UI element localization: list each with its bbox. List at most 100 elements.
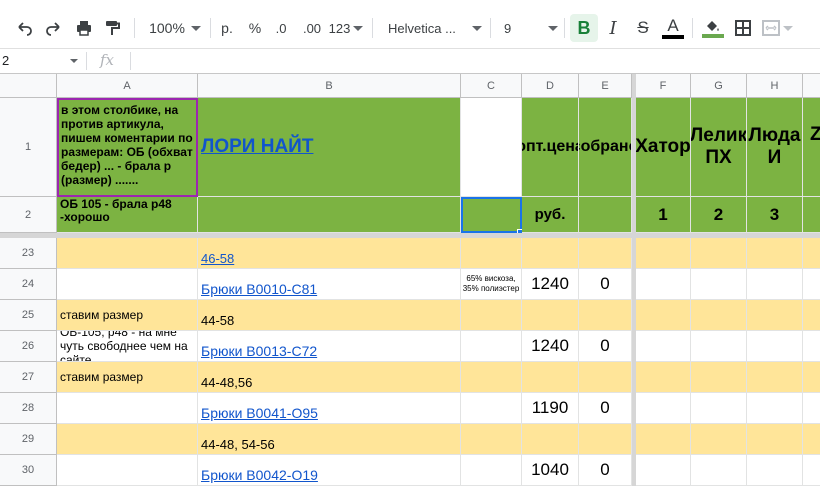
cell-b25[interactable]: 44-58: [198, 300, 461, 331]
column-header-i[interactable]: [803, 74, 820, 98]
print-icon[interactable]: [72, 14, 96, 42]
column-header-f[interactable]: F: [636, 74, 691, 98]
cell-g27[interactable]: [691, 362, 747, 393]
cell-d28[interactable]: 1190: [522, 393, 579, 424]
cell-d25[interactable]: [522, 300, 579, 331]
cell-i24[interactable]: [803, 269, 820, 300]
column-header-g[interactable]: G: [691, 74, 747, 98]
column-header-h[interactable]: H: [747, 74, 803, 98]
cell-g25[interactable]: [691, 300, 747, 331]
cell-f24[interactable]: [636, 269, 691, 300]
cell-a24[interactable]: [57, 269, 198, 300]
cell-d27[interactable]: [522, 362, 579, 393]
cell-h2[interactable]: 3: [747, 197, 803, 233]
cell-h26[interactable]: [747, 331, 803, 362]
column-header-b[interactable]: B: [198, 74, 461, 98]
row-header[interactable]: 26: [0, 331, 57, 362]
row-header[interactable]: 28: [0, 393, 57, 424]
size-range-link[interactable]: 46-58: [201, 251, 234, 266]
cell-h27[interactable]: [747, 362, 803, 393]
decrease-decimal-button[interactable]: .0: [270, 14, 292, 42]
cell-g1[interactable]: Лелик ПХ: [691, 98, 747, 197]
cell-a30[interactable]: [57, 455, 198, 486]
zoom-select[interactable]: 100%: [146, 14, 204, 42]
cell-b2[interactable]: [198, 197, 461, 233]
cell-e26[interactable]: 0: [579, 331, 632, 362]
cell-b26[interactable]: Брюки B0013-C72: [198, 331, 461, 362]
borders-icon[interactable]: [730, 14, 756, 42]
paint-format-icon[interactable]: [100, 14, 124, 42]
cell-f1[interactable]: Хатор: [636, 98, 691, 197]
row-header[interactable]: 30: [0, 455, 57, 486]
cell-a29[interactable]: [57, 424, 198, 455]
cell-e29[interactable]: [579, 424, 632, 455]
cell-d2[interactable]: руб.: [522, 197, 579, 233]
cell-c27[interactable]: [461, 362, 522, 393]
cell-e25[interactable]: [579, 300, 632, 331]
cell-c25[interactable]: [461, 300, 522, 331]
font-size-select[interactable]: 9: [496, 14, 558, 42]
cell-h23[interactable]: [747, 238, 803, 269]
row-header[interactable]: 23: [0, 238, 57, 269]
cell-f23[interactable]: [636, 238, 691, 269]
cell-d26[interactable]: 1240: [522, 331, 579, 362]
column-header-a[interactable]: A: [57, 74, 198, 98]
cell-e28[interactable]: 0: [579, 393, 632, 424]
cell-a27[interactable]: ставим размер: [57, 362, 198, 393]
undo-icon[interactable]: [12, 14, 36, 42]
fill-color-button[interactable]: [700, 14, 726, 42]
cell-h1[interactable]: Люда И: [747, 98, 803, 197]
text-color-button[interactable]: A: [660, 14, 686, 42]
cell-a26[interactable]: ОБ-105; р48 - на мне чуть свободнее чем …: [57, 331, 198, 362]
column-header-d[interactable]: D: [522, 74, 579, 98]
select-all-corner[interactable]: [0, 74, 57, 98]
cell-b30[interactable]: Брюки B0042-O19: [198, 455, 461, 486]
cell-h24[interactable]: [747, 269, 803, 300]
row-header[interactable]: 29: [0, 424, 57, 455]
row-header[interactable]: 24: [0, 269, 57, 300]
column-header-c[interactable]: C: [461, 74, 522, 98]
cell-g26[interactable]: [691, 331, 747, 362]
cell-f27[interactable]: [636, 362, 691, 393]
cell-g24[interactable]: [691, 269, 747, 300]
strikethrough-button[interactable]: S: [630, 14, 656, 42]
cell-e27[interactable]: [579, 362, 632, 393]
cell-c23[interactable]: [461, 238, 522, 269]
cell-b1[interactable]: ЛОРИ НАЙТ: [198, 98, 461, 197]
cell-d23[interactable]: [522, 238, 579, 269]
cell-i29[interactable]: [803, 424, 820, 455]
cell-f29[interactable]: [636, 424, 691, 455]
cell-a2[interactable]: ОБ 105 - брала р48 -хорошо: [57, 197, 198, 233]
product-link[interactable]: Брюки B0042-O19: [201, 467, 318, 483]
cell-d29[interactable]: [522, 424, 579, 455]
cell-e23[interactable]: [579, 238, 632, 269]
cell-c24[interactable]: 65% вискоза, 35% полиэстер: [461, 269, 522, 300]
cell-b29[interactable]: 44-48, 54-56: [198, 424, 461, 455]
cell-a1[interactable]: в этом столбике, на против артикула, пиш…: [57, 98, 198, 197]
row-header[interactable]: 25: [0, 300, 57, 331]
cell-d30[interactable]: 1040: [522, 455, 579, 486]
frozen-columns-divider[interactable]: [632, 74, 636, 486]
cell-c2-selected[interactable]: [461, 197, 522, 233]
increase-decimal-button[interactable]: .00: [298, 14, 326, 42]
cell-i30[interactable]: [803, 455, 820, 486]
cell-b28[interactable]: Брюки B0041-O95: [198, 393, 461, 424]
cell-i27[interactable]: [803, 362, 820, 393]
cell-c28[interactable]: [461, 393, 522, 424]
product-link[interactable]: Брюки B0041-O95: [201, 405, 318, 421]
cell-i25[interactable]: [803, 300, 820, 331]
row-header[interactable]: 27: [0, 362, 57, 393]
redo-icon[interactable]: [42, 14, 66, 42]
italic-button[interactable]: I: [600, 14, 626, 42]
cell-g2[interactable]: 2: [691, 197, 747, 233]
cell-i1[interactable]: Z: [803, 98, 820, 197]
cell-d1[interactable]: опт.цена: [522, 98, 579, 197]
cell-f25[interactable]: [636, 300, 691, 331]
cell-c26[interactable]: [461, 331, 522, 362]
cell-c29[interactable]: [461, 424, 522, 455]
merge-cells-icon[interactable]: [760, 14, 794, 42]
cell-i28[interactable]: [803, 393, 820, 424]
cell-i26[interactable]: [803, 331, 820, 362]
cell-f26[interactable]: [636, 331, 691, 362]
cell-c30[interactable]: [461, 455, 522, 486]
